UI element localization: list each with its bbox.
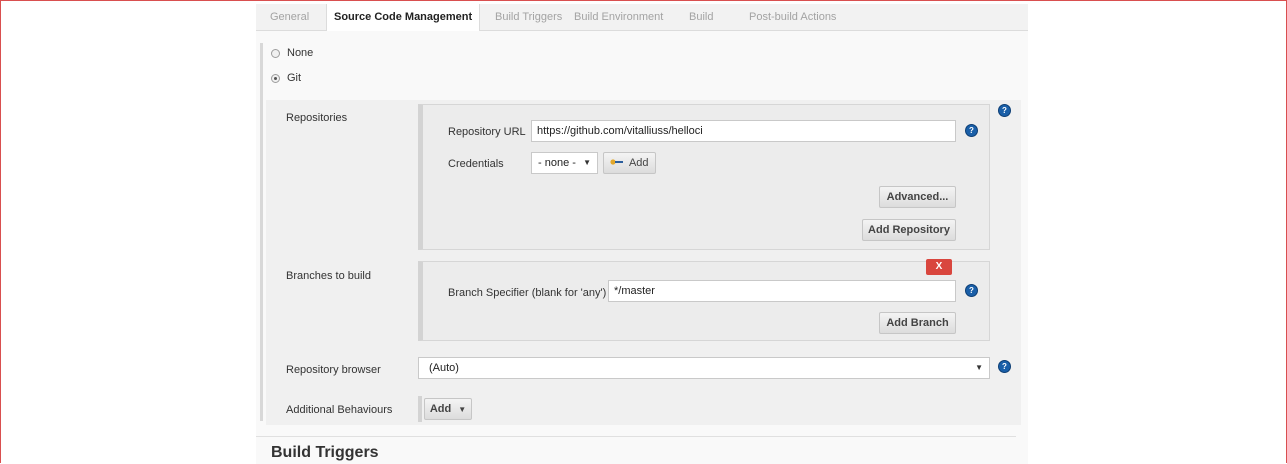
repositories-label: Repositories (286, 112, 348, 124)
add-dropdown-caret-icon: ▼ (458, 405, 467, 414)
scm-option-git[interactable]: Git (271, 71, 301, 85)
additional-behaviours-bar (418, 396, 422, 422)
repository-url-help-icon[interactable]: ? (965, 124, 978, 137)
branch-specifier-label: Branch Specifier (blank for 'any') (448, 287, 607, 299)
git-radio[interactable] (271, 73, 280, 83)
tab-build[interactable]: Build (689, 4, 713, 30)
none-radio[interactable] (271, 48, 280, 58)
repositories-help-icon[interactable]: ? (998, 104, 1011, 117)
tab-general[interactable]: General (270, 4, 309, 30)
branch-specifier-help-icon[interactable]: ? (965, 284, 978, 297)
tab-build-environment[interactable]: Build Environment (574, 4, 663, 30)
repository-url-input[interactable]: https://github.com/vitalliuss/helloci (531, 120, 956, 142)
section-divider (256, 436, 1016, 437)
tab-build-triggers[interactable]: Build Triggers (495, 4, 562, 30)
additional-behaviours-add-button[interactable]: Add ▼ (424, 398, 472, 420)
advanced-button[interactable]: Advanced... (879, 186, 956, 208)
credentials-add-label: Add (628, 157, 649, 169)
delete-branch-button[interactable]: X (926, 259, 952, 275)
credentials-select[interactable]: - none - ▼ (531, 152, 598, 174)
repository-browser-value: (Auto) (429, 362, 459, 374)
section-indent-bar (260, 43, 263, 421)
branch-panel: X Branch Specifier (blank for 'any') */m… (418, 259, 990, 341)
scm-section: None Git Repositories Repository URL htt… (256, 31, 1028, 464)
add-branch-button[interactable]: Add Branch (879, 312, 956, 334)
git-settings-panel: Repositories Repository URL https://gith… (266, 100, 1021, 425)
git-radio-label: Git (287, 72, 302, 84)
credentials-add-button[interactable]: Add (603, 152, 656, 174)
scm-option-none[interactable]: None (271, 46, 313, 60)
none-radio-label: None (287, 47, 314, 59)
credentials-label: Credentials (448, 158, 504, 170)
additional-behaviours-label: Additional Behaviours (286, 404, 393, 416)
key-icon (610, 153, 624, 173)
repository-browser-help-icon[interactable]: ? (998, 360, 1011, 373)
credentials-caret-icon: ▼ (583, 158, 591, 167)
add-repository-button[interactable]: Add Repository (862, 219, 956, 241)
build-triggers-heading: Build Triggers (271, 444, 379, 461)
config-tab-bar: General Source Code Management Build Tri… (256, 4, 1028, 31)
credentials-value: - none - (538, 157, 576, 169)
branches-to-build-label: Branches to build (286, 270, 371, 282)
tab-post-build-actions[interactable]: Post-build Actions (749, 4, 836, 30)
tab-source-code-management[interactable]: Source Code Management (326, 4, 481, 31)
branch-specifier-input[interactable]: */master (608, 280, 956, 302)
job-config-main: General Source Code Management Build Tri… (256, 4, 1028, 464)
additional-behaviours-add-label: Add (429, 403, 452, 415)
repository-browser-select[interactable]: (Auto) ▼ (418, 357, 990, 379)
repository-panel: Repository URL https://github.com/vitall… (418, 104, 990, 250)
repository-browser-label: Repository browser (286, 364, 381, 376)
repository-url-label: Repository URL (448, 126, 526, 138)
repository-browser-caret-icon: ▼ (975, 363, 983, 372)
